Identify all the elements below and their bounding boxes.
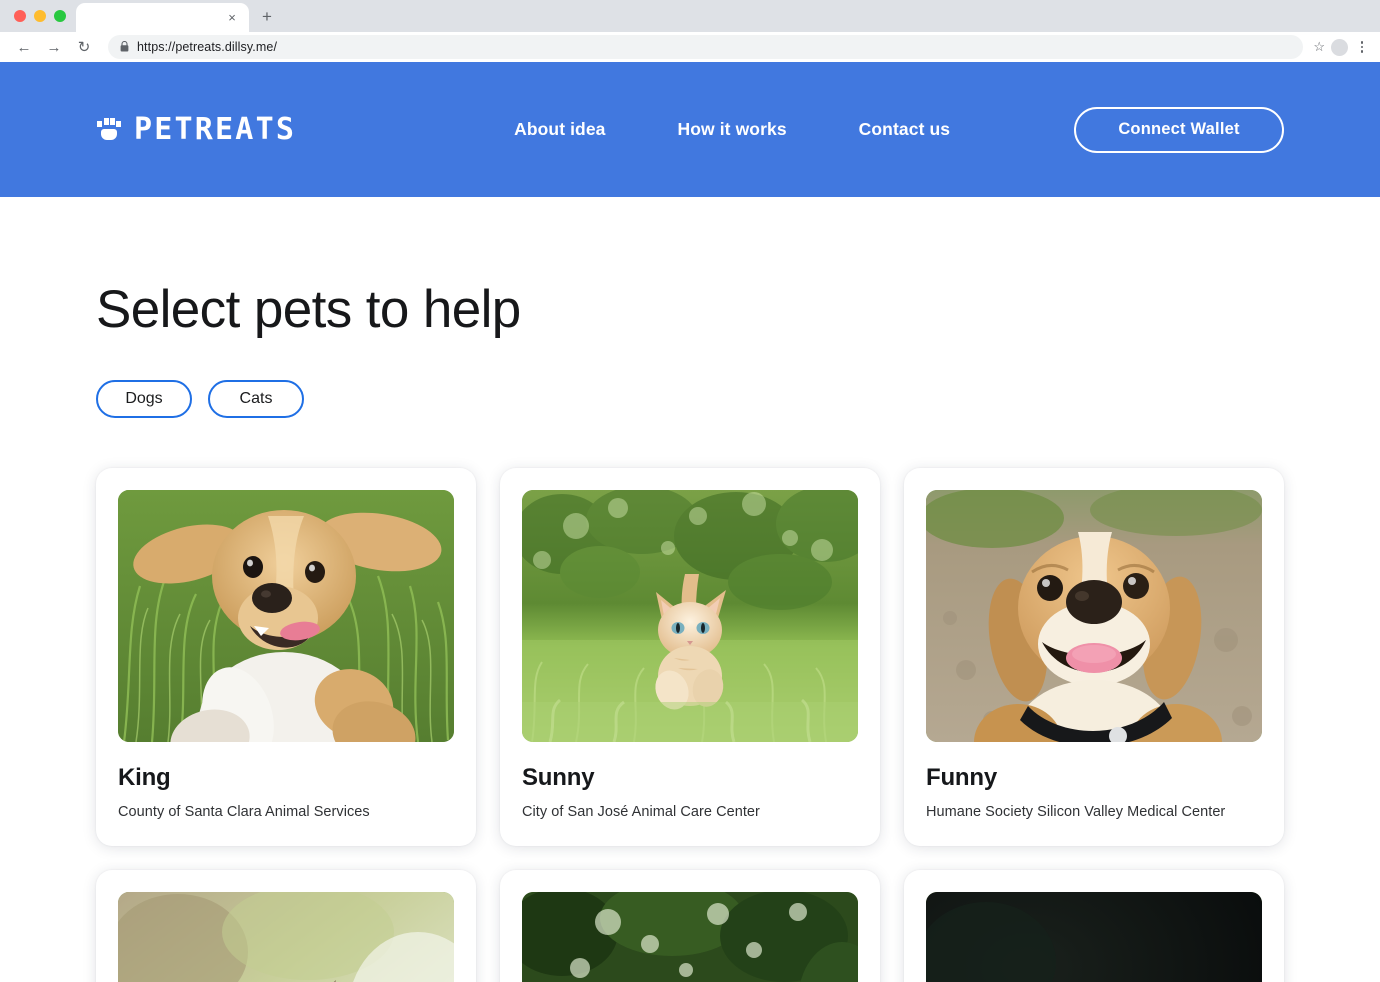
browser-toolbar: ← → ↻ https://petreats.dillsy.me/ ☆ [0, 32, 1380, 62]
pet-photo-border-collie [522, 892, 858, 982]
pet-card[interactable] [500, 870, 880, 982]
bookmark-star-icon[interactable]: ☆ [1313, 39, 1325, 55]
toolbar-actions: ☆ [1313, 38, 1370, 56]
pet-type-filters: Dogs Cats [96, 380, 1284, 418]
pet-card[interactable]: Funny Humane Society Silicon Valley Medi… [904, 468, 1284, 846]
filter-chip-dogs[interactable]: Dogs [96, 380, 192, 418]
pet-card[interactable] [904, 870, 1284, 982]
close-tab-icon[interactable]: × [224, 11, 240, 24]
pet-card-grid: King County of Santa Clara Animal Servic… [96, 468, 1284, 982]
page-viewport: PETREATS About idea How it works Contact… [0, 62, 1380, 982]
site-header: PETREATS About idea How it works Contact… [0, 62, 1380, 197]
page-title: Select pets to help [96, 280, 521, 339]
pet-card[interactable]: King County of Santa Clara Animal Servic… [96, 468, 476, 846]
profile-avatar[interactable] [1331, 38, 1348, 56]
pet-card[interactable]: Sunny City of San José Animal Care Cente… [500, 468, 880, 846]
logo-text: PETREATS [134, 112, 297, 147]
main-navigation: About idea How it works Contact us [514, 119, 950, 140]
pet-name: King [118, 764, 171, 791]
nav-item-about-idea[interactable]: About idea [514, 119, 605, 140]
nav-item-contact-us[interactable]: Contact us [859, 119, 950, 140]
lock-icon [120, 40, 129, 54]
pet-photo-sunny [522, 490, 858, 742]
connect-wallet-button[interactable]: Connect Wallet [1074, 106, 1284, 153]
new-tab-icon[interactable]: + [253, 3, 281, 31]
pet-photo-king [118, 490, 454, 742]
pet-card[interactable] [96, 870, 476, 982]
pet-name: Sunny [522, 764, 595, 791]
window-controls [10, 0, 76, 32]
pet-name: Funny [926, 764, 997, 791]
address-bar[interactable]: https://petreats.dillsy.me/ [108, 35, 1304, 59]
close-window-button[interactable] [14, 10, 26, 22]
browser-tab[interactable]: × [76, 3, 249, 32]
reload-icon[interactable]: ↻ [70, 33, 98, 61]
pet-shelter: City of San José Animal Care Center [522, 804, 760, 820]
tab-strip: × + [0, 0, 1380, 32]
pet-photo-tabby-cat [118, 892, 454, 982]
site-logo[interactable]: PETREATS [96, 112, 296, 147]
pet-photo-funny [926, 490, 1262, 742]
paw-print-icon [96, 117, 122, 143]
pet-photo-white-fluffy-dog [926, 892, 1262, 982]
url-text: https://petreats.dillsy.me/ [137, 40, 278, 54]
pet-shelter: Humane Society Silicon Valley Medical Ce… [926, 804, 1226, 820]
browser-window: × + ← → ↻ https://petreats.dillsy.me/ ☆ [0, 0, 1380, 982]
nav-item-how-it-works[interactable]: How it works [678, 119, 787, 140]
forward-icon[interactable]: → [40, 33, 68, 61]
maximize-window-button[interactable] [54, 10, 66, 22]
browser-menu-icon[interactable] [1354, 41, 1370, 53]
back-icon[interactable]: ← [10, 33, 38, 61]
minimize-window-button[interactable] [34, 10, 46, 22]
page-content: Select pets to help Dogs Cats King Count… [0, 283, 1380, 982]
pet-shelter: County of Santa Clara Animal Services [118, 804, 370, 820]
filter-chip-cats[interactable]: Cats [208, 380, 304, 418]
